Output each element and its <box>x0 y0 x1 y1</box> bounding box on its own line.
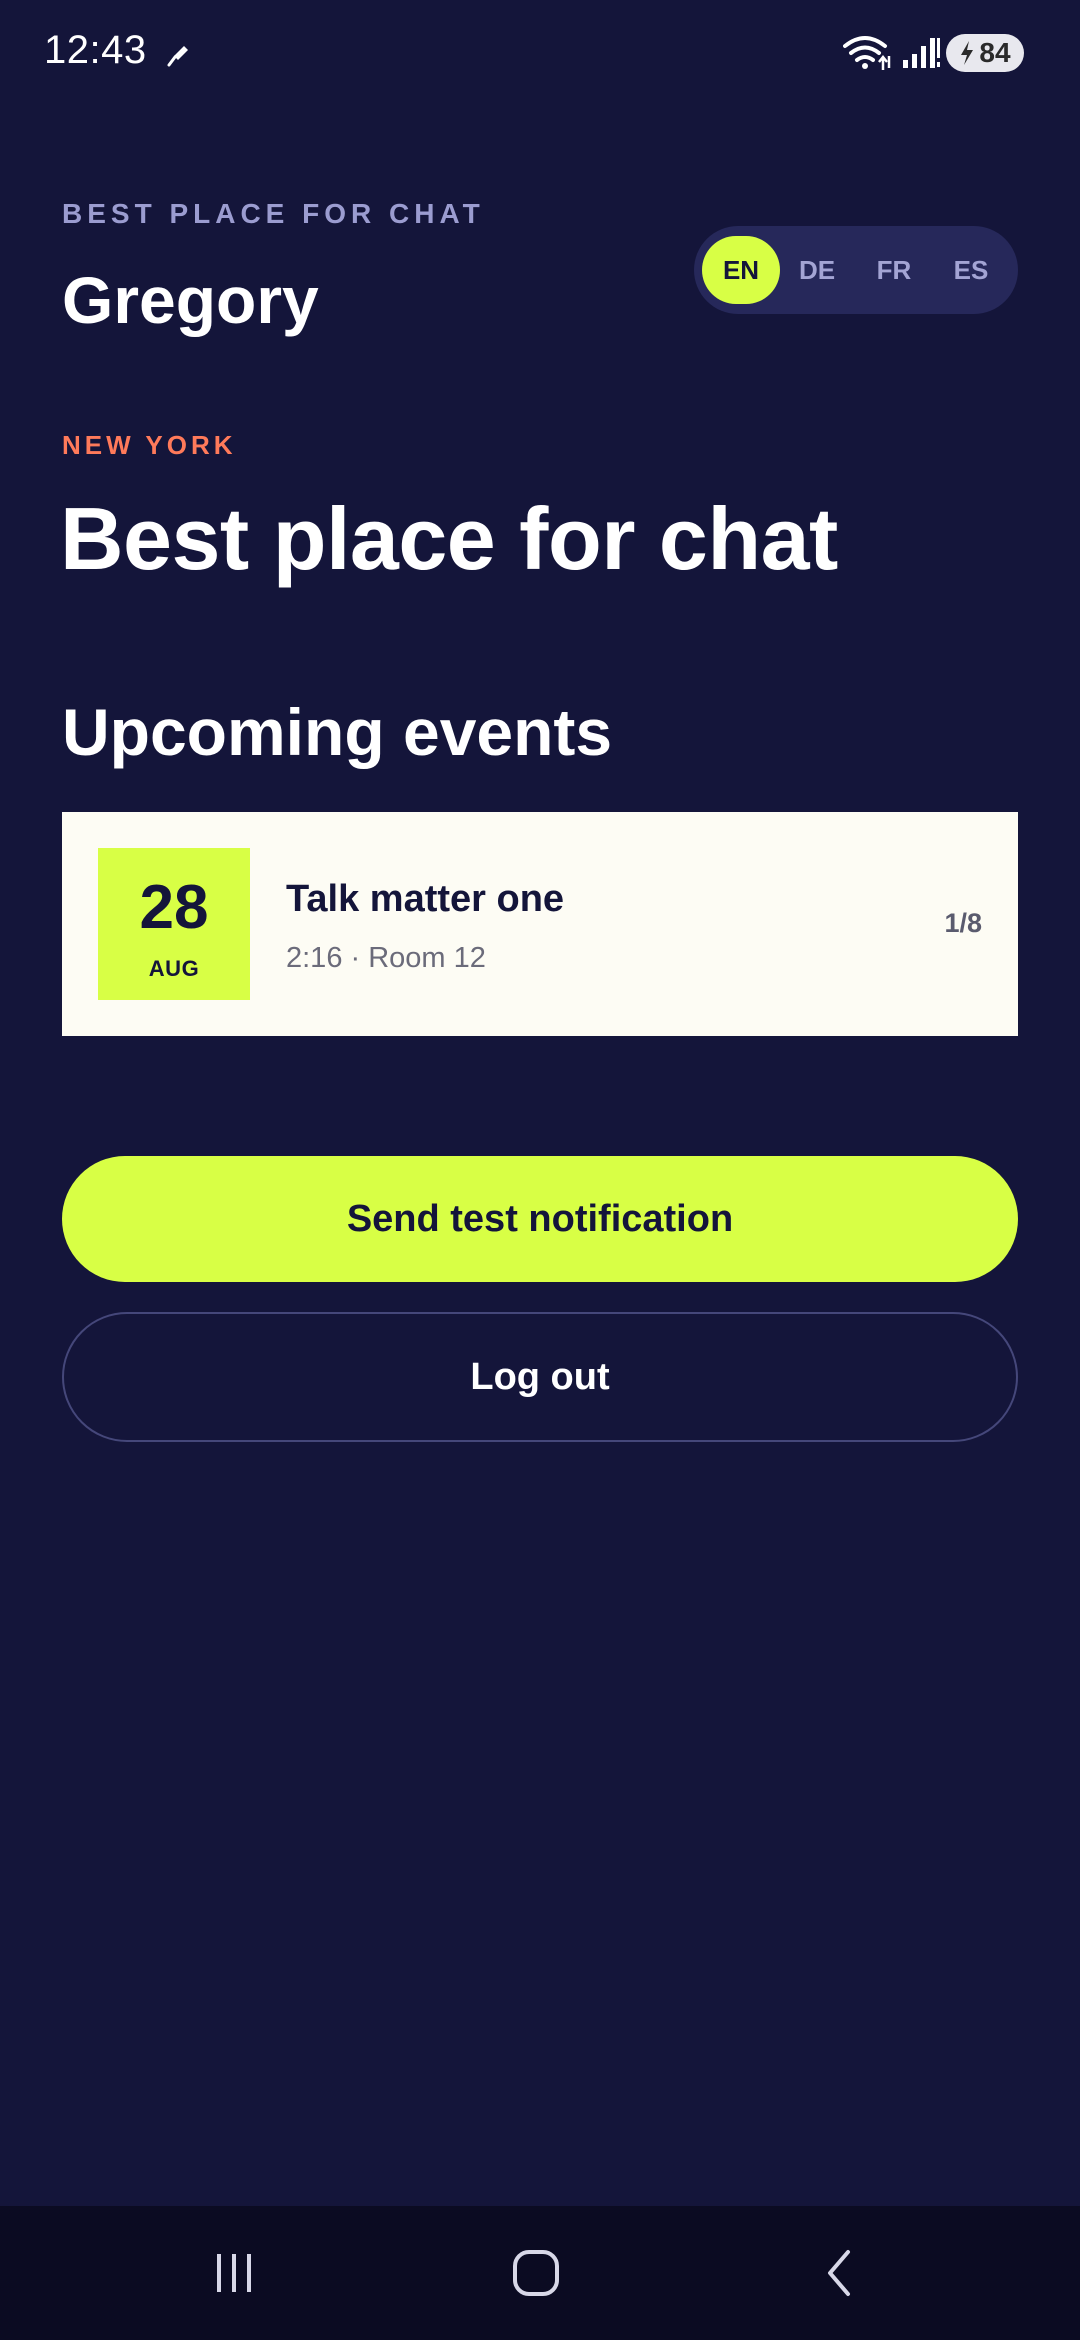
send-test-notification-button[interactable]: Send test notification <box>62 1156 1018 1282</box>
event-day: 28 <box>139 873 209 942</box>
home-icon <box>513 2250 559 2296</box>
section-title-upcoming-events: Upcoming events <box>62 695 613 769</box>
signal-icon <box>903 38 940 68</box>
battery-level: 84 <box>979 37 1011 68</box>
user-name: Gregory <box>62 263 319 337</box>
back-button[interactable] <box>800 2240 880 2306</box>
log-out-button[interactable]: Log out <box>62 1312 1018 1442</box>
lang-option-en[interactable]: EN <box>702 236 780 304</box>
wifi-icon <box>843 36 891 70</box>
lang-option-fr[interactable]: FR <box>855 236 933 304</box>
venue-city: NEW YORK <box>62 430 237 460</box>
event-meta: 2:16 · Room 12 <box>286 942 486 974</box>
status-time: 12:43 <box>44 28 147 72</box>
event-title: Talk matter one <box>286 878 565 920</box>
event-date-badge: 28 AUG <box>98 848 250 1000</box>
home-button[interactable] <box>496 2240 576 2306</box>
recent-apps-icon <box>217 2254 251 2292</box>
language-switcher: EN DE FR ES <box>694 226 1018 314</box>
status-bar: 12:43 84 <box>0 0 1080 105</box>
lang-option-de[interactable]: DE <box>778 236 856 304</box>
system-nav-bar <box>0 2206 1080 2340</box>
recent-apps-button[interactable] <box>194 2240 274 2306</box>
event-card[interactable]: 28 AUG Talk matter one 2:16 · Room 12 1/… <box>62 812 1018 1036</box>
app-tagline: BEST PLACE FOR CHAT <box>62 198 485 229</box>
mic-icon <box>167 46 188 67</box>
back-icon <box>828 2250 850 2296</box>
event-month: AUG <box>148 956 200 981</box>
lang-option-es[interactable]: ES <box>932 236 1010 304</box>
event-count: 1/8 <box>944 908 982 938</box>
battery-charging-icon <box>961 41 974 65</box>
venue-title: Best place for chat <box>60 489 838 588</box>
battery-indicator: 84 <box>946 34 1024 72</box>
